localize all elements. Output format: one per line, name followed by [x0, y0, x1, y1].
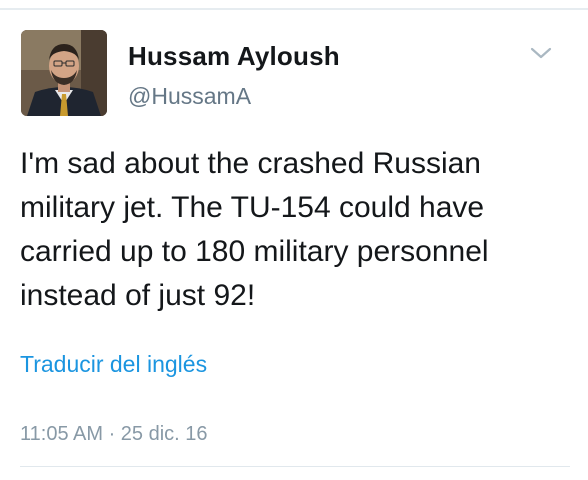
tweet-line: military jet. The TU-154 could have — [20, 191, 485, 224]
user-handle[interactable]: @HussamA — [128, 83, 251, 110]
tweet-line: I'm sad about the crashed Russian — [20, 147, 481, 180]
top-divider — [0, 8, 588, 10]
avatar[interactable] — [21, 30, 107, 116]
tweet-text: I'm sad about the crashed Russian milita… — [20, 142, 570, 318]
translate-link[interactable]: Traducir del inglés — [20, 351, 207, 378]
chevron-down-icon[interactable] — [526, 42, 556, 64]
timestamp[interactable]: 11:05 AM · 25 dic. 16 — [20, 423, 208, 446]
avatar-image — [21, 30, 107, 116]
tweet-line: carried up to 180 military personnel — [20, 235, 489, 268]
bottom-divider — [20, 466, 570, 467]
tweet-line: instead of just 92! — [20, 279, 256, 312]
display-name[interactable]: Hussam Ayloush — [128, 41, 340, 72]
